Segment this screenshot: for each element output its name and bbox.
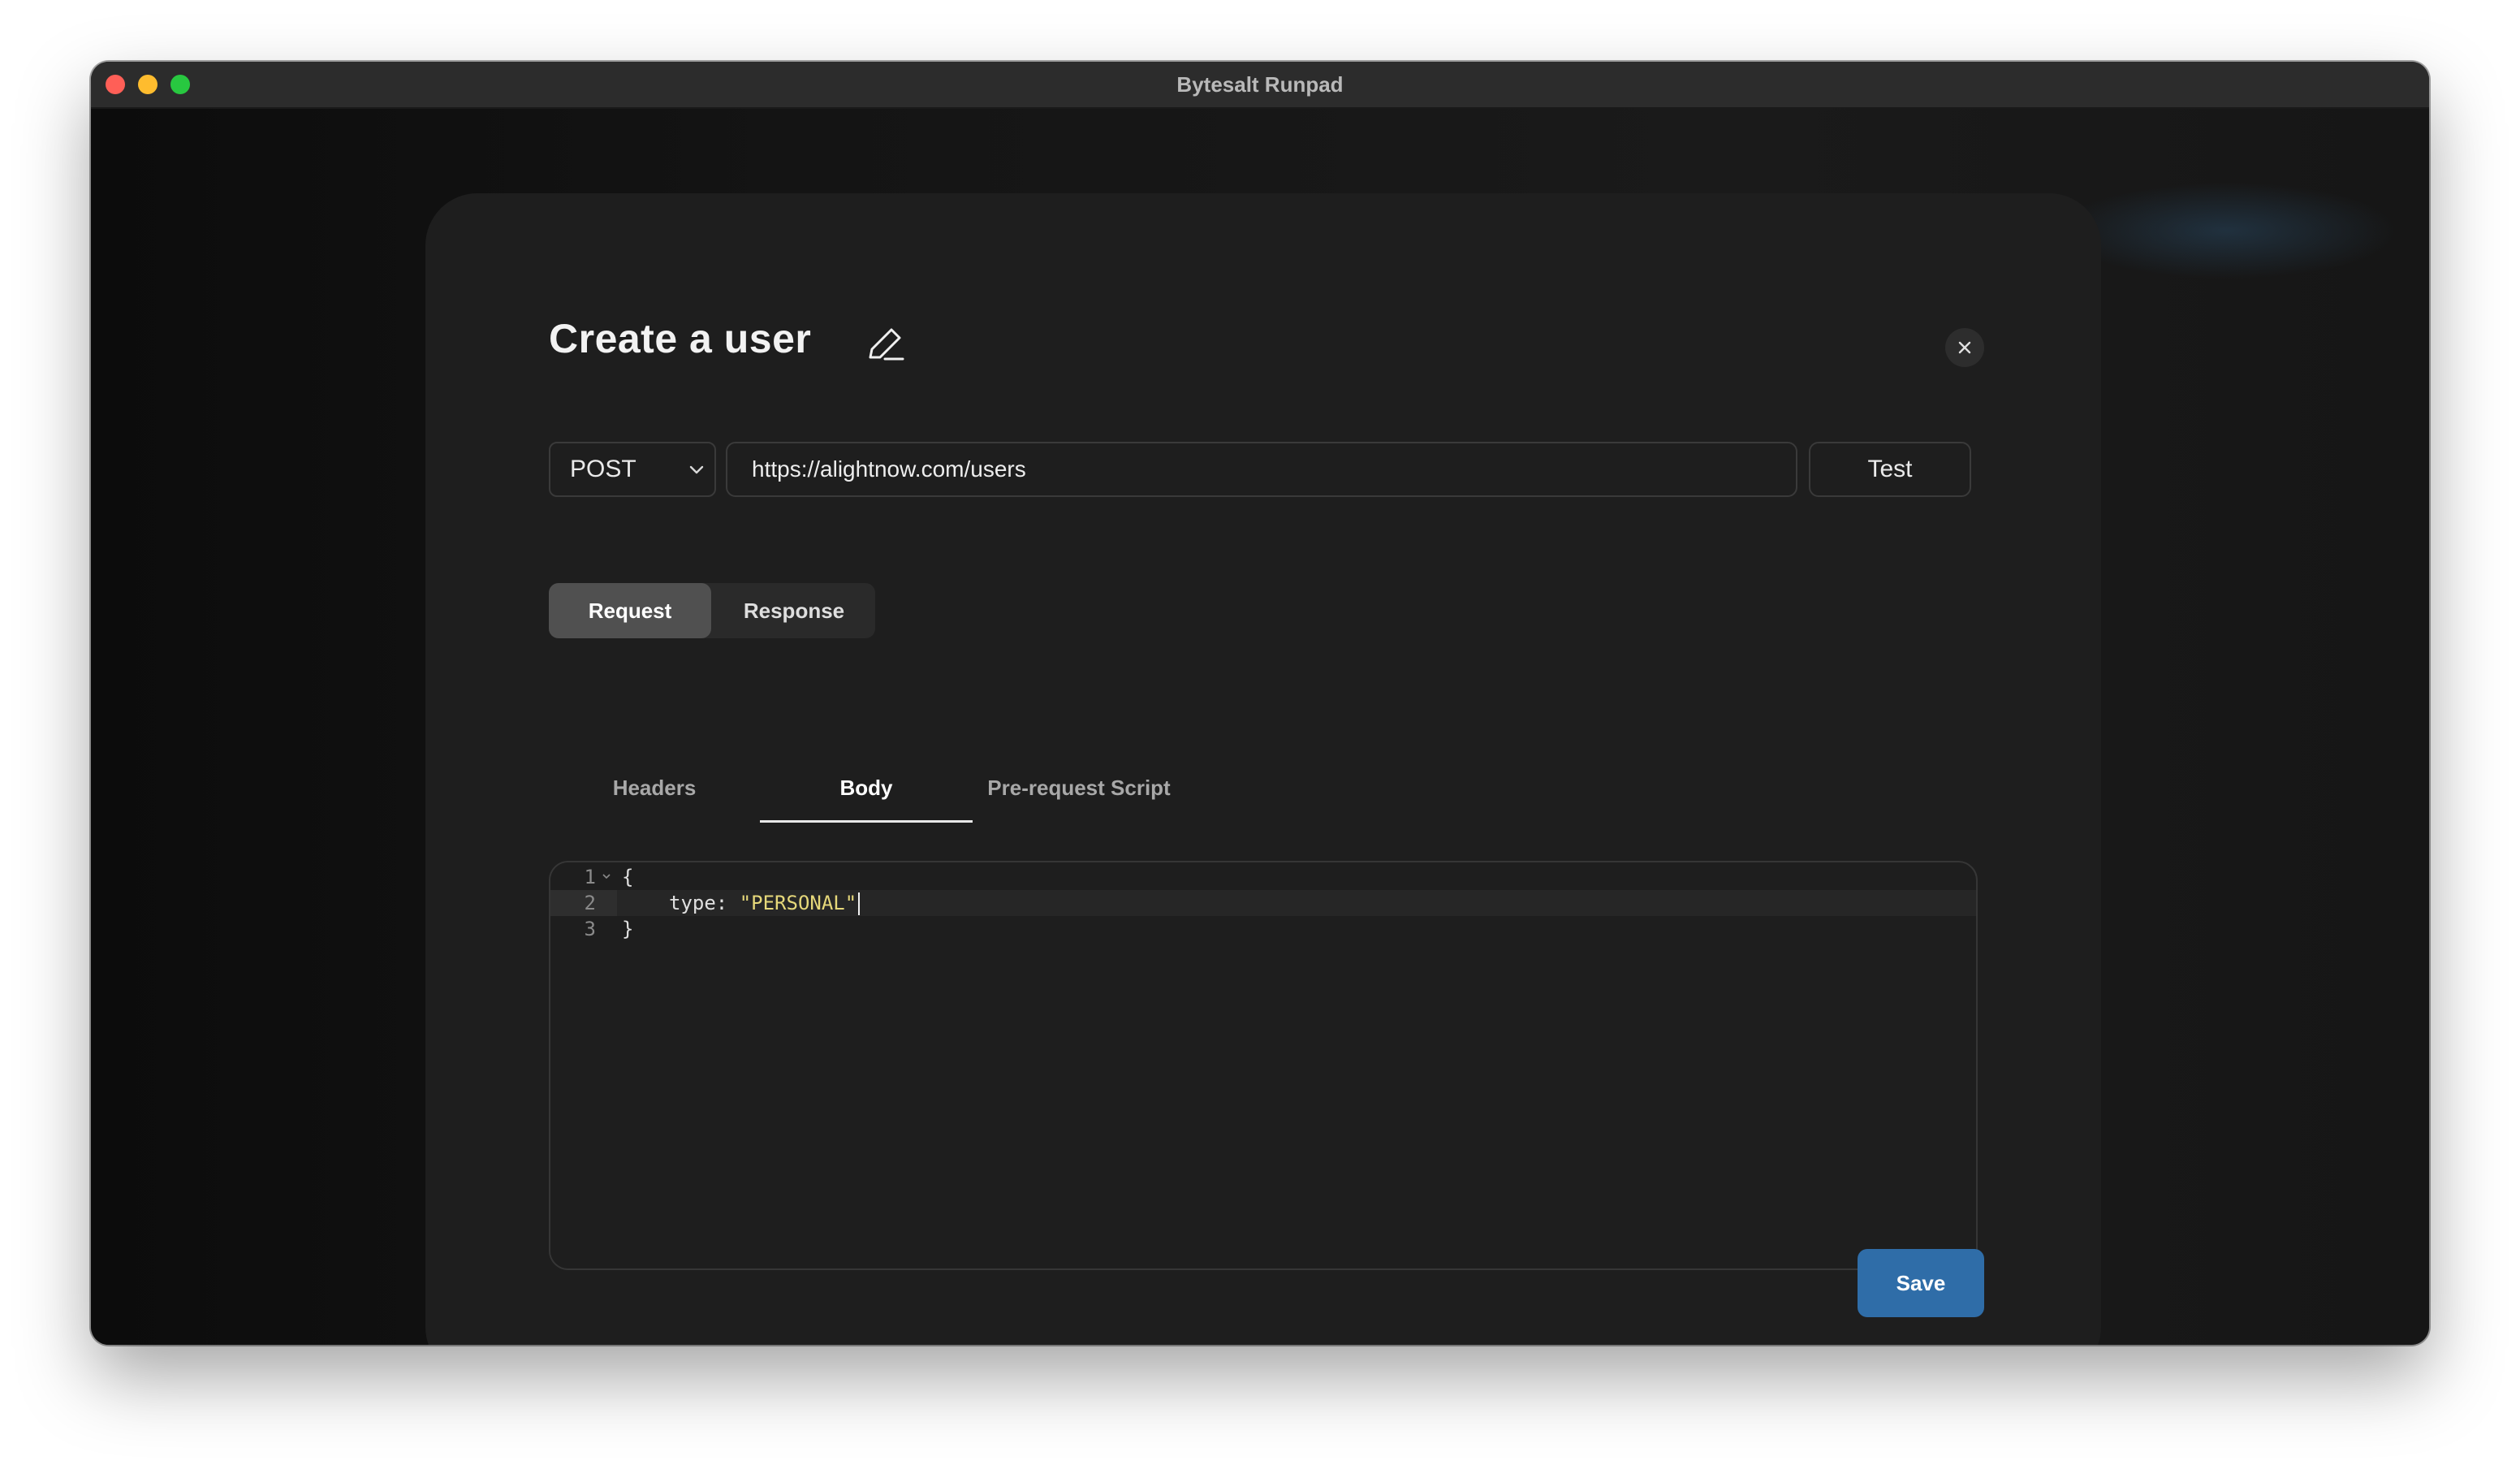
method-value: POST <box>570 456 636 482</box>
code-string: "PERSONAL" <box>739 892 857 914</box>
code-line: 1 { <box>550 864 1976 890</box>
segment-request[interactable]: Request <box>549 583 711 638</box>
code-line: 3 } <box>550 916 1976 942</box>
app-content: Create a user POST Test <box>91 109 2429 1345</box>
line-number: 1 <box>584 866 596 888</box>
line-number: 2 <box>584 892 596 914</box>
segment-response[interactable]: Response <box>713 583 875 638</box>
code-text: { <box>622 866 634 888</box>
code-editor[interactable]: 1 { 2 type: "PERSONAL" 3 } <box>549 861 1978 1270</box>
line-number: 3 <box>584 918 596 940</box>
text-caret <box>858 892 861 915</box>
chevron-down-icon <box>689 465 704 474</box>
request-response-toggle: Request Response <box>549 583 875 638</box>
fold-arrow-icon[interactable] <box>601 871 612 882</box>
request-tabs: Headers Body Pre-request Script <box>549 755 1215 823</box>
app-window: Bytesalt Runpad Create a user POST https… <box>91 62 2429 1345</box>
code-line-active: 2 type: "PERSONAL" <box>550 890 1976 916</box>
tab-headers[interactable]: Headers <box>549 755 760 820</box>
tab-pre-request-script[interactable]: Pre-request Script <box>973 755 1185 820</box>
url-input[interactable] <box>726 442 1797 497</box>
close-modal-button[interactable] <box>1945 328 1984 367</box>
save-button[interactable]: Save <box>1858 1249 1984 1317</box>
test-button[interactable]: Test <box>1809 442 1971 497</box>
create-request-modal: Create a user POST Test <box>425 193 2101 1345</box>
modal-title: Create a user <box>549 316 812 361</box>
title-bar: Bytesalt Runpad <box>91 62 2429 109</box>
window-title: Bytesalt Runpad <box>1176 72 1344 97</box>
code-text: type: "PERSONAL" <box>669 890 861 916</box>
tab-body[interactable]: Body <box>760 755 973 823</box>
close-icon <box>1958 341 1971 354</box>
pencil-icon[interactable] <box>862 322 908 367</box>
method-select[interactable]: POST <box>549 442 716 497</box>
background-glow <box>2056 182 2397 279</box>
code-text: } <box>622 918 634 940</box>
code-key: type: <box>669 892 740 914</box>
